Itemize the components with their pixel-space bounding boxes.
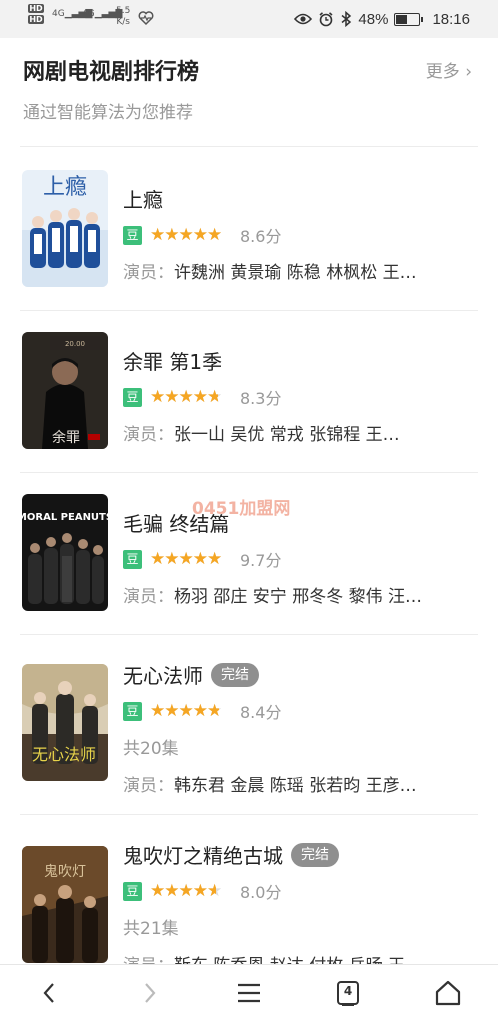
tabs-icon[interactable]: 4: [334, 979, 362, 1007]
svg-text:无心法师: 无心法师: [32, 745, 96, 764]
completed-badge: 完结: [291, 842, 339, 867]
poster-image[interactable]: 20.00 余罪: [22, 332, 108, 449]
home-icon[interactable]: [434, 979, 462, 1007]
hd-indicator: HD HD: [28, 4, 44, 34]
tab-count: 4: [343, 984, 353, 998]
show-title[interactable]: 鬼吹灯之精绝古城 完结: [123, 840, 475, 869]
svg-text:鬼吹灯: 鬼吹灯: [44, 864, 86, 880]
more-link[interactable]: 更多 ›: [426, 57, 472, 82]
page-title: 网剧电视剧排行榜: [23, 60, 200, 85]
completed-badge: 完结: [211, 662, 259, 687]
star-rating: ★★★★★ ★★★★★: [150, 882, 222, 900]
clock: 18:16: [432, 10, 470, 28]
star-rating: ★★★★★ ★★★★★: [150, 702, 222, 720]
status-right: 48% 18:16: [294, 10, 470, 28]
svg-text:20.00: 20.00: [65, 340, 85, 348]
rating-row: 豆 ★★★★★ ★★★★★ 8.3分: [123, 386, 475, 408]
score-text: 8.3分: [240, 389, 282, 408]
divider: [20, 634, 478, 635]
svg-text:余罪: 余罪: [52, 429, 80, 446]
show-title[interactable]: 无心法师 完结: [123, 660, 475, 689]
poster-image[interactable]: 无心法师: [22, 664, 108, 781]
cast-line: 演员：许魏洲 黄景瑜 陈稳 林枫松 王…: [123, 263, 417, 283]
douban-badge: 豆: [123, 881, 142, 901]
poster-image[interactable]: 上瘾: [22, 170, 108, 287]
score-text: 9.7分: [240, 551, 282, 570]
score-text: 8.4分: [240, 703, 282, 722]
health-heart-icon: [138, 11, 154, 26]
douban-badge: 豆: [123, 701, 142, 721]
bottom-nav: 4: [0, 964, 498, 1021]
show-title[interactable]: 余罪 第1季: [123, 346, 475, 375]
network-speed: 5.5 K/s: [116, 6, 131, 27]
poster-image[interactable]: 鬼吹灯: [22, 846, 108, 963]
battery-icon: [394, 12, 424, 26]
status-bar: HD HD 4G▁▃▅▇ 4G▁▃▅▇ 5.5 K/s 48% 18:16: [0, 0, 498, 38]
poster-image[interactable]: MORAL PEANUTS: [22, 494, 108, 611]
douban-badge: 豆: [123, 549, 142, 569]
menu-icon[interactable]: [235, 979, 263, 1007]
battery-percent: 48%: [358, 10, 389, 28]
divider: [20, 146, 478, 147]
rating-row: 豆 ★★★★★ ★★★★★ 8.4分: [123, 700, 475, 722]
hd-label: HD: [28, 15, 44, 24]
episode-count: 共21集: [123, 919, 179, 939]
episode-count: 共20集: [123, 739, 179, 759]
eye-icon: [294, 13, 313, 25]
divider: [20, 472, 478, 473]
score-text: 8.6分: [240, 227, 282, 246]
show-title[interactable]: 毛骗 终结篇: [123, 508, 475, 537]
back-icon[interactable]: [36, 979, 64, 1007]
svg-text:上瘾: 上瘾: [43, 175, 87, 200]
svg-text:MORAL PEANUTS: MORAL PEANUTS: [22, 512, 108, 523]
bluetooth-icon: [341, 11, 352, 27]
watermark: 0451加盟网: [192, 499, 291, 519]
star-rating: ★★★★★ ★★★★★: [150, 388, 222, 406]
divider: [20, 310, 478, 311]
forward-icon[interactable]: [135, 979, 163, 1007]
show-title[interactable]: 上瘾: [123, 184, 475, 213]
douban-badge: 豆: [123, 225, 142, 245]
cast-line: 演员：张一山 吴优 常戎 张锦程 王…: [123, 425, 400, 445]
cast-line: 演员：杨羽 邵庄 安宁 邢冬冬 黎伟 汪…: [123, 587, 423, 607]
rating-row: 豆 ★★★★★ ★★★★★ 8.6分: [123, 224, 475, 246]
divider: [20, 814, 478, 815]
cast-line: 演员：韩东君 金晨 陈瑶 张若昀 王彦…: [123, 776, 417, 796]
rating-row: 豆 ★★★★★ ★★★★★ 9.7分: [123, 548, 475, 570]
rating-row: 豆 ★★★★★ ★★★★★ 8.0分: [123, 880, 475, 902]
star-rating: ★★★★★ ★★★★★: [150, 226, 222, 244]
hd-label: HD: [28, 4, 44, 13]
star-rating: ★★★★★ ★★★★★: [150, 550, 222, 568]
section-subtitle: 通过智能算法为您推荐: [23, 103, 193, 123]
alarm-icon: [319, 12, 333, 27]
score-text: 8.0分: [240, 883, 282, 902]
douban-badge: 豆: [123, 387, 142, 407]
